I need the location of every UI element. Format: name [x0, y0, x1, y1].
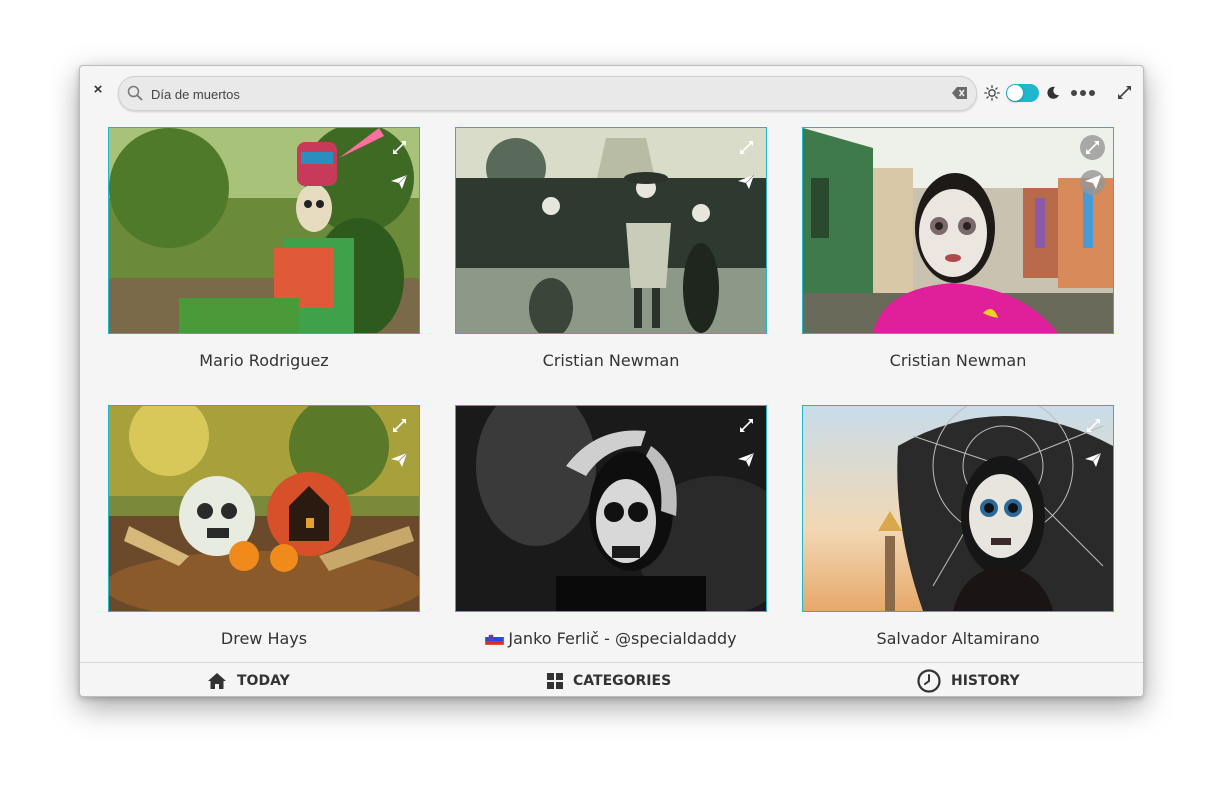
nav-categories-label: CATEGORIES	[573, 673, 672, 689]
send-icon[interactable]	[391, 453, 407, 467]
grid-icon	[547, 673, 563, 689]
send-icon[interactable]	[391, 175, 407, 189]
fullscreen-icon[interactable]	[392, 418, 407, 433]
nav-categories[interactable]: CATEGORIES	[547, 670, 671, 692]
catrina-lace-umbrella-image	[803, 406, 1113, 611]
photo-thumbnail[interactable]	[108, 127, 420, 334]
photo-author[interactable]: Cristian Newman	[455, 351, 767, 370]
close-button[interactable]: ×	[91, 82, 105, 97]
search-bar[interactable]	[118, 76, 977, 111]
photo-author[interactable]: Janko Ferlič - @specialdaddy	[455, 629, 767, 648]
send-icon[interactable]	[738, 175, 754, 189]
photo-author[interactable]: Salvador Altamirano	[802, 629, 1114, 648]
photo-card[interactable]: Cristian Newman	[455, 127, 767, 370]
send-icon[interactable]	[1085, 453, 1101, 467]
photo-grid: Mario Rodriguez Cristian Newman Cristian…	[108, 127, 1115, 662]
photo-author[interactable]: Drew Hays	[108, 629, 420, 648]
face-paint-girl-image	[803, 128, 1113, 333]
skull-makeup-bw-image	[456, 406, 766, 611]
parade-crowd-image	[456, 128, 766, 333]
toggle-knob	[1007, 85, 1023, 101]
photo-thumbnail[interactable]	[108, 405, 420, 612]
fullscreen-icon[interactable]	[1086, 418, 1101, 433]
photo-author-name[interactable]: Janko Ferlič - @specialdaddy	[508, 629, 736, 648]
photo-card[interactable]: Drew Hays	[108, 405, 420, 648]
slovenia-flag-icon	[485, 633, 505, 645]
header-bar: ×	[80, 66, 1143, 120]
moon-icon	[1047, 86, 1059, 99]
app-window: × Día de muertos Mario Rodriguez Cristia…	[79, 65, 1144, 697]
home-icon	[208, 673, 226, 689]
photo-author[interactable]: Cristian Newman	[802, 351, 1114, 370]
send-icon[interactable]	[738, 453, 754, 467]
nav-history[interactable]: HISTORY	[917, 669, 1020, 693]
photo-author[interactable]: Mario Rodriguez	[108, 351, 420, 370]
nav-today[interactable]: TODAY	[207, 670, 290, 692]
send-icon	[1085, 175, 1101, 189]
photo-card[interactable]: Salvador Altamirano	[802, 405, 1114, 648]
send-button[interactable]	[1080, 170, 1105, 195]
photo-thumbnail[interactable]	[802, 127, 1114, 334]
nav-today-label: TODAY	[237, 673, 290, 689]
catrina-statue-image	[109, 128, 419, 333]
photo-thumbnail[interactable]	[455, 127, 767, 334]
clock-icon	[917, 669, 941, 693]
photo-thumbnail[interactable]	[455, 405, 767, 612]
fullscreen-icon	[1086, 141, 1099, 154]
maximize-icon[interactable]	[1117, 85, 1132, 100]
fullscreen-button[interactable]	[1080, 135, 1105, 160]
search-icon	[127, 85, 143, 101]
more-options-icon[interactable]	[1070, 85, 1096, 101]
nav-history-label: HISTORY	[951, 673, 1020, 689]
search-input[interactable]	[149, 83, 943, 105]
dark-mode-toggle[interactable]	[1006, 84, 1039, 102]
clear-search-icon[interactable]	[952, 86, 968, 100]
sun-icon	[984, 85, 1000, 101]
painted-pumpkins-image	[109, 406, 419, 611]
photo-card[interactable]: Janko Ferlič - @specialdaddy	[455, 405, 767, 648]
fullscreen-icon[interactable]	[739, 418, 754, 433]
photo-card[interactable]: Mario Rodriguez	[108, 127, 420, 370]
fullscreen-icon[interactable]	[739, 140, 754, 155]
fullscreen-icon[interactable]	[392, 140, 407, 155]
photo-card[interactable]: Cristian Newman	[802, 127, 1114, 370]
photo-thumbnail[interactable]	[802, 405, 1114, 612]
bottom-navigation: TODAY CATEGORIES HISTORY	[80, 662, 1143, 696]
